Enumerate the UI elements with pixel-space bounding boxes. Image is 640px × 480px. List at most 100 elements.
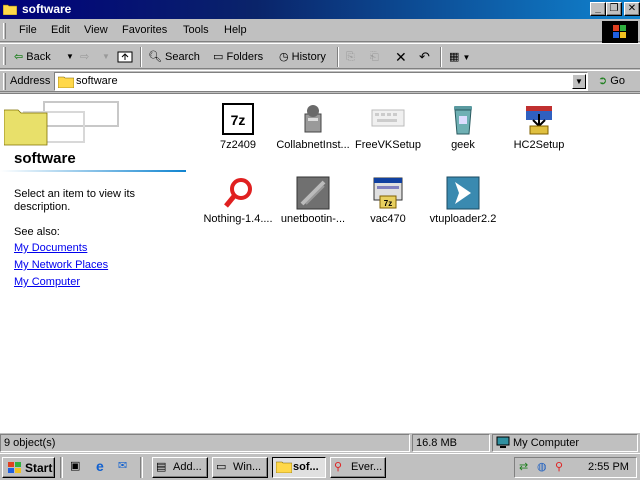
- menu-bar: File Edit View Favorites Tools Help: [0, 20, 640, 42]
- 7zip-window-icon: 7z: [371, 176, 405, 210]
- start-label: Start: [25, 461, 53, 475]
- address-input[interactable]: software ▼: [54, 72, 588, 91]
- magnifier-icon: [221, 176, 255, 210]
- folder-icon: [58, 76, 74, 88]
- menu-help[interactable]: Help: [224, 24, 247, 36]
- up-button[interactable]: [117, 49, 133, 65]
- menu-file[interactable]: File: [19, 24, 37, 36]
- file-item[interactable]: Nothing-1.4....: [198, 176, 278, 225]
- address-label: Address: [10, 75, 51, 87]
- outlook-express-icon[interactable]: ✉: [118, 459, 127, 472]
- system-tray: ⇄ ◍ ⚲ 2:55 PM: [514, 457, 637, 478]
- back-button[interactable]: ⇦ Back: [14, 49, 51, 65]
- menu-grip[interactable]: [3, 23, 6, 39]
- address-grip[interactable]: [3, 73, 6, 90]
- control-panel-icon: ▤: [156, 461, 167, 473]
- network-icon[interactable]: ⇄: [519, 460, 528, 473]
- search-icon: 🔍︎: [148, 51, 162, 63]
- link-my-computer[interactable]: My Computer: [14, 276, 80, 288]
- status-zone-label: My Computer: [513, 437, 580, 449]
- taskbar: Start ▣ e ✉ ▤ Add... ▭ Win... sof... ⚲ E…: [0, 453, 640, 480]
- file-item[interactable]: geek: [423, 102, 503, 151]
- file-label: CollabnetInst...: [276, 139, 350, 151]
- file-label: FreeVKSetup: [354, 139, 422, 151]
- status-bar: 9 object(s) 16.8 MB My Computer: [0, 433, 640, 453]
- toolbar-separator: [140, 47, 142, 67]
- pane-description: Select an item to view its description.: [14, 188, 136, 213]
- file-item[interactable]: CollabnetInst...: [273, 102, 353, 151]
- everything-tray-icon[interactable]: ⚲: [555, 460, 563, 473]
- pane-divider: [0, 170, 186, 172]
- views-icon: ▦: [449, 51, 460, 63]
- history-icon: ◷: [279, 51, 289, 63]
- toolbar-grip[interactable]: [3, 47, 6, 65]
- minimize-button[interactable]: _: [590, 2, 606, 16]
- arrow-app-icon: [446, 176, 480, 210]
- file-label: Nothing-1.4....: [203, 213, 273, 225]
- file-label: geek: [451, 139, 475, 151]
- history-label: History: [291, 51, 326, 63]
- standard-toolbar: ⇦ Back ▼ ⇨ ▼ 🔍︎ Search ▭ Folders ◷ Histo…: [0, 43, 640, 69]
- taskbar-grip[interactable]: [140, 457, 143, 478]
- file-label: unetbootin-...: [280, 213, 346, 225]
- task-everything-button[interactable]: ⚲ Ever...: [330, 457, 386, 478]
- file-item[interactable]: unetbootin-...: [273, 176, 353, 225]
- task-software-button[interactable]: sof...: [272, 457, 326, 478]
- folder-icon: [3, 4, 17, 15]
- globe-icon[interactable]: ◍: [537, 460, 547, 473]
- file-label: vac470: [370, 213, 406, 225]
- toolbar-separator: [337, 47, 339, 67]
- clock[interactable]: 2:55 PM: [588, 461, 629, 473]
- close-button[interactable]: ✕: [624, 2, 640, 16]
- search-button[interactable]: 🔍︎ Search: [148, 49, 200, 65]
- task-label: Ever...: [351, 461, 383, 473]
- history-button[interactable]: ◷ History: [279, 49, 326, 65]
- window-title: software: [22, 2, 72, 16]
- windows-logo-icon: [602, 21, 638, 43]
- folders-label: Folders: [226, 51, 264, 63]
- forward-dropdown-icon[interactable]: ▼: [102, 49, 110, 65]
- quicklaunch-grip[interactable]: [60, 457, 63, 478]
- go-label: Go: [610, 75, 625, 87]
- delete-icon[interactable]: ✕: [395, 49, 407, 65]
- go-button[interactable]: ➲ Go: [598, 74, 625, 87]
- task-win-button[interactable]: ▭ Win...: [212, 457, 268, 478]
- setup-box-icon: [522, 102, 556, 136]
- file-label: HC2Setup: [513, 139, 565, 151]
- back-dropdown-icon[interactable]: ▼: [66, 49, 74, 65]
- maximize-button[interactable]: ❐: [606, 2, 622, 16]
- file-item[interactable]: vtuploader2.2: [423, 176, 503, 225]
- file-item[interactable]: 7z vac470: [348, 176, 428, 225]
- svg-text:7z: 7z: [231, 112, 246, 128]
- go-arrow-icon: ➲: [598, 75, 608, 87]
- file-item[interactable]: 7z 7z2409: [198, 102, 278, 151]
- installer-icon: [296, 102, 330, 136]
- up-folder-icon: [117, 51, 133, 63]
- copy-to-icon[interactable]: ⎗: [370, 49, 379, 65]
- title-bar[interactable]: software _ ❐ ✕: [0, 0, 640, 19]
- computer-icon: [496, 436, 510, 448]
- menu-tools[interactable]: Tools: [183, 24, 209, 36]
- pane-title: software: [14, 150, 76, 167]
- task-add-button[interactable]: ▤ Add...: [152, 457, 208, 478]
- link-my-documents[interactable]: My Documents: [14, 242, 87, 254]
- link-my-network-places[interactable]: My Network Places: [14, 259, 108, 271]
- file-label: 7z2409: [219, 139, 257, 151]
- address-dropdown-icon[interactable]: ▼: [572, 74, 586, 89]
- undo-icon[interactable]: ↶: [419, 49, 430, 65]
- internet-explorer-icon[interactable]: e: [96, 458, 104, 474]
- views-button[interactable]: ▦ ▼: [449, 49, 470, 65]
- magnifier-icon: ⚲: [334, 461, 343, 473]
- folders-button[interactable]: ▭ Folders: [213, 49, 263, 65]
- windows-logo-icon: [8, 462, 21, 473]
- menu-edit[interactable]: Edit: [51, 24, 70, 36]
- unetbootin-icon: [296, 176, 330, 210]
- move-to-icon[interactable]: ⎘: [346, 49, 355, 65]
- file-item[interactable]: FreeVKSetup: [348, 102, 428, 151]
- file-item[interactable]: HC2Setup: [499, 102, 579, 151]
- menu-favorites[interactable]: Favorites: [122, 24, 167, 36]
- show-desktop-icon[interactable]: ▣: [70, 459, 80, 472]
- menu-view[interactable]: View: [84, 24, 108, 36]
- forward-button[interactable]: ⇨: [80, 49, 89, 65]
- start-button[interactable]: Start: [2, 457, 55, 478]
